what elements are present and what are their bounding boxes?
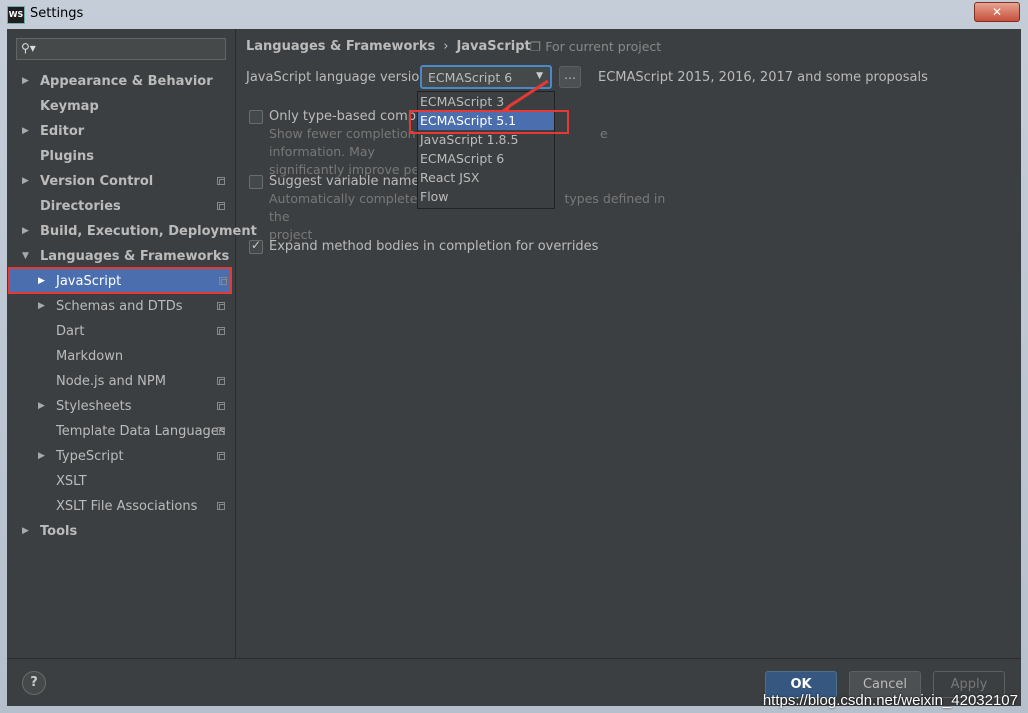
expand-arrow-icon[interactable]: ▶ — [22, 219, 29, 244]
javascript-settings-panel: Languages & Frameworks › JavaScript ❐ For … — [236, 29, 1021, 658]
sidebar-item-label: Keymap — [40, 99, 99, 114]
sidebar-item-stylesheets[interactable]: ▶ Stylesheets — [7, 394, 235, 419]
project-scope-icon — [217, 402, 225, 410]
sidebar-item-label: Directories — [40, 199, 121, 214]
sidebar-item-tools[interactable]: ▶ Tools — [7, 519, 235, 544]
expand-arrow-icon[interactable]: ▶ — [22, 519, 29, 544]
breadcrumb-parent: Languages & Frameworks — [246, 39, 436, 54]
project-scope-icon — [217, 177, 225, 185]
javascript-highlight-box — [8, 267, 232, 294]
close-button[interactable]: ✕ — [974, 2, 1020, 22]
sidebar-item-directories[interactable]: Directories — [7, 194, 235, 219]
expand-method-bodies-checkbox[interactable]: ✓ — [249, 238, 263, 254]
project-scope-icon — [217, 327, 225, 335]
expand-method-bodies-label[interactable]: Expand method bodies in completion for o… — [269, 239, 598, 254]
webstorm-icon: WS — [7, 6, 25, 24]
type-based-completion-checkbox[interactable] — [249, 110, 263, 124]
sidebar-item-schemas-dtds[interactable]: ▶ Schemas and DTDs — [7, 294, 235, 319]
project-scope-icon — [217, 377, 225, 385]
suggest-variable-names-label[interactable]: Suggest variable names — [269, 174, 426, 189]
sidebar-item-label: Plugins — [40, 149, 94, 164]
expand-arrow-icon[interactable]: ▶ — [22, 169, 29, 194]
sidebar-item-label: TypeScript — [56, 449, 124, 464]
sidebar-item-label: Tools — [40, 524, 78, 539]
sidebar-item-languages-frameworks[interactable]: ▼ Languages & Frameworks — [7, 244, 235, 269]
dialog-content: ⚲▾ ▶ Appearance & Behavior Keymap ▶ Edit… — [7, 29, 1021, 706]
project-scope-icon — [217, 202, 225, 210]
red-arrow-annotation-icon — [498, 79, 549, 113]
sidebar-item-label: Markdown — [56, 349, 124, 364]
sidebar-item-label: Build, Execution, Deployment — [40, 224, 257, 239]
project-scope-icon — [217, 302, 225, 310]
sidebar-item-markdown[interactable]: Markdown — [7, 344, 235, 369]
title-bar: WS Settings ✕ — [0, 0, 1028, 28]
language-version-description: ECMAScript 2015, 2016, 2017 and some pro… — [598, 70, 928, 85]
dropdown-option-flow[interactable]: Flow — [418, 187, 554, 206]
expand-arrow-icon[interactable]: ▶ — [22, 119, 29, 144]
sidebar-item-plugins[interactable]: Plugins — [7, 144, 235, 169]
help-button[interactable]: ? — [22, 671, 46, 695]
desc-part: Show fewer completion s — [269, 126, 427, 141]
dropdown-option-ecmascript-6[interactable]: ECMAScript 6 — [418, 149, 554, 168]
sidebar-item-dart[interactable]: Dart — [7, 319, 235, 344]
scope-label: ❐ For current project — [530, 39, 661, 54]
sidebar-item-xslt[interactable]: XSLT — [7, 469, 235, 494]
dropdown-option-react-jsx[interactable]: React JSX — [418, 168, 554, 187]
breadcrumb-current: JavaScript — [456, 39, 531, 54]
sidebar-item-label: Template Data Languages — [56, 424, 226, 439]
project-scope-icon — [217, 502, 225, 510]
sidebar-item-label: Languages & Frameworks — [40, 249, 230, 264]
breadcrumb: Languages & Frameworks › JavaScript — [246, 39, 531, 54]
sidebar-item-typescript[interactable]: ▶ TypeScript — [7, 444, 235, 469]
sidebar-item-label: XSLT — [56, 474, 87, 489]
sidebar-item-keymap[interactable]: Keymap — [7, 94, 235, 119]
breadcrumb-separator: › — [443, 39, 449, 54]
sidebar-item-appearance-behavior[interactable]: ▶ Appearance & Behavior — [7, 69, 235, 94]
expand-arrow-icon[interactable]: ▶ — [38, 444, 45, 469]
sidebar-item-xslt-file-associations[interactable]: XSLT File Associations — [7, 494, 235, 519]
scope-text: For current project — [545, 39, 662, 54]
watermark: https://blog.csdn.net/weixin_42032107 — [762, 692, 1018, 709]
settings-window: WS Settings ✕ ⚲▾ ▶ Appearance & Behavior… — [0, 0, 1028, 713]
search-icon: ⚲▾ — [21, 41, 36, 55]
desc-part: Automatically complete va — [269, 191, 437, 206]
expand-arrow-icon[interactable]: ▶ — [38, 394, 45, 419]
sidebar-item-template-data-languages[interactable]: Template Data Languages — [7, 419, 235, 444]
expand-arrow-icon[interactable]: ▶ — [22, 69, 29, 94]
sidebar-item-label: Version Control — [40, 174, 154, 189]
window-title: Settings — [30, 6, 84, 21]
project-scope-icon: ❐ — [530, 39, 542, 54]
project-scope-icon — [217, 452, 225, 460]
suggest-variable-names-checkbox[interactable] — [249, 175, 263, 189]
expand-arrow-icon[interactable]: ▶ — [38, 294, 45, 319]
project-scope-icon — [217, 427, 225, 435]
sidebar-item-nodejs-npm[interactable]: Node.js and NPM — [7, 369, 235, 394]
search-input[interactable]: ⚲▾ — [16, 38, 226, 60]
sidebar-item-label: Editor — [40, 124, 85, 139]
sidebar-item-editor[interactable]: ▶ Editor — [7, 119, 235, 144]
settings-sidebar: ⚲▾ ▶ Appearance & Behavior Keymap ▶ Edit… — [7, 29, 257, 658]
checkmark-icon: ✓ — [251, 238, 262, 252]
sidebar-item-label: Dart — [56, 324, 85, 339]
language-version-more-button[interactable]: ... — [559, 66, 581, 88]
sidebar-item-label: Node.js and NPM — [56, 374, 166, 389]
sidebar-item-build-execution-deployment[interactable]: ▶ Build, Execution, Deployment — [7, 219, 257, 244]
collapse-arrow-icon[interactable]: ▼ — [22, 244, 29, 269]
sidebar-item-label: XSLT File Associations — [56, 499, 198, 514]
sidebar-item-label: Schemas and DTDs — [56, 299, 183, 314]
language-version-label: JavaScript language version — [246, 70, 428, 85]
sidebar-item-label: Appearance & Behavior — [40, 74, 213, 89]
sidebar-item-label: Stylesheets — [56, 399, 132, 414]
sidebar-item-version-control[interactable]: ▶ Version Control — [7, 169, 235, 194]
